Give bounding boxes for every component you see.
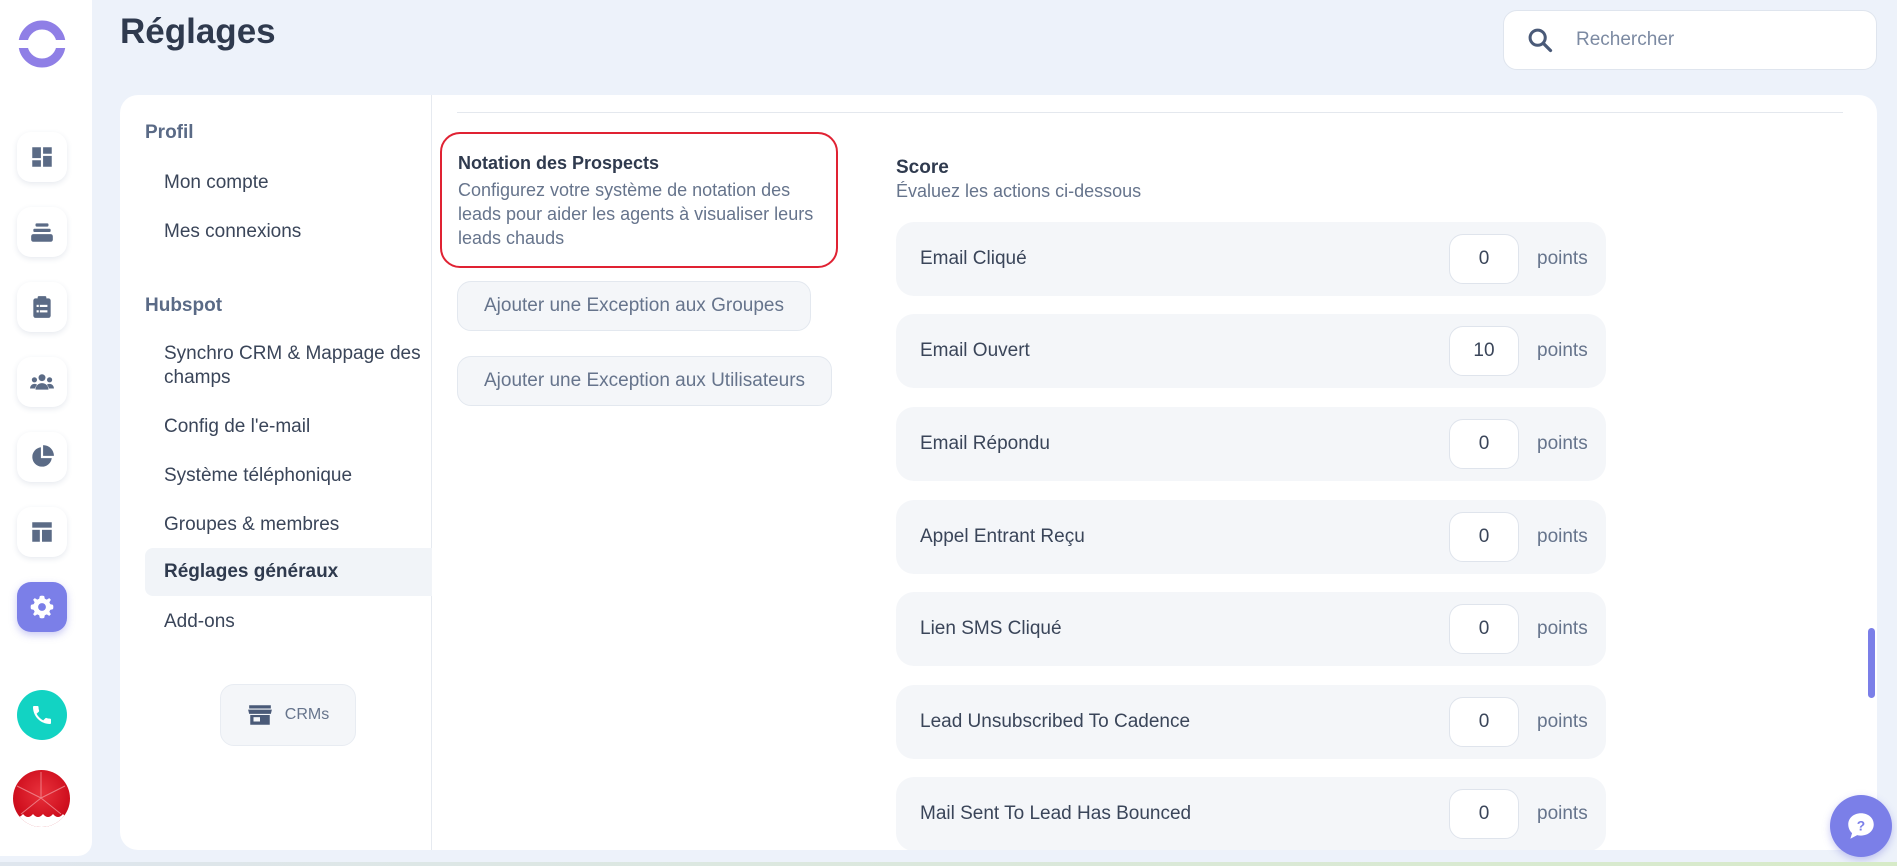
score-unit-label: points (1537, 803, 1588, 824)
score-row-label: Appel Entrant Reçu (920, 526, 1085, 547)
nav-item-reglages-generaux[interactable]: Réglages généraux (145, 548, 432, 596)
nav-item-systeme-telephonique[interactable]: Système téléphonique (145, 464, 432, 488)
score-row: Appel Entrant Reçu points (896, 500, 1606, 574)
crms-button[interactable]: CRMs (220, 684, 356, 746)
dashboard-icon (32, 147, 52, 167)
settings-card: Profil Mon compte Mes connexions Hubspot… (120, 95, 1877, 850)
add-user-exception-button[interactable]: Ajouter une Exception aux Utilisateurs (457, 356, 833, 406)
score-row: Email Ouvert points (896, 314, 1606, 388)
score-row: Lien SMS Cliqué points (896, 592, 1606, 666)
team-icon (30, 374, 54, 390)
tasks-nav-button[interactable] (17, 282, 67, 332)
phone-button[interactable] (17, 690, 67, 740)
score-subtitle: Évaluez les actions ci-dessous (896, 181, 1142, 201)
search-input[interactable] (1576, 29, 1856, 51)
settings-nav: Profil Mon compte Mes connexions Hubspot… (120, 95, 432, 850)
layout-icon (32, 522, 52, 542)
store-icon (247, 705, 272, 725)
score-unit-label: points (1537, 618, 1588, 639)
search-box[interactable] (1503, 10, 1877, 70)
score-title: Score (896, 157, 949, 178)
inbox-stack-icon (31, 223, 53, 242)
nav-item-mes-connexions[interactable]: Mes connexions (145, 220, 432, 244)
notation-title: Notation des Prospects (458, 153, 660, 173)
score-row-label: Mail Sent To Lead Has Bounced (920, 803, 1192, 824)
nav-group-profil: Profil (145, 122, 194, 143)
settings-nav-button[interactable] (17, 582, 67, 632)
score-row-label: Lien SMS Cliqué (920, 618, 1062, 639)
score-row: Email Cliqué points (896, 222, 1606, 296)
score-row-label: Email Répondu (920, 433, 1050, 454)
score-points-input[interactable] (1449, 234, 1519, 284)
phone-icon (33, 706, 51, 724)
nav-item-synchro-crm[interactable]: Synchro CRM & Mappage des champs (145, 342, 432, 390)
notation-description: Configurez votre système de notation des… (458, 180, 814, 248)
search-icon (1528, 28, 1553, 53)
score-row: Email Répondu points (896, 407, 1606, 481)
section-divider (457, 112, 1843, 113)
app-logo-icon[interactable] (18, 18, 66, 70)
score-unit-label: points (1537, 711, 1588, 732)
add-group-exception-button[interactable]: Ajouter une Exception aux Groupes (457, 281, 811, 331)
icon-rail (0, 0, 92, 856)
layout-nav-button[interactable] (17, 507, 67, 557)
score-unit-label: points (1537, 248, 1588, 269)
nav-item-add-ons[interactable]: Add-ons (145, 610, 432, 634)
avatar-umbrella-icon (13, 772, 70, 827)
score-points-input[interactable] (1449, 419, 1519, 469)
nav-item-config-email[interactable]: Config de l'e-mail (145, 415, 432, 439)
score-row-label: Lead Unsubscribed To Cadence (920, 711, 1191, 732)
score-points-input[interactable] (1449, 789, 1519, 839)
score-row-label: Email Ouvert (920, 340, 1030, 361)
nav-item-mon-compte[interactable]: Mon compte (145, 171, 432, 195)
avatar[interactable] (13, 770, 70, 827)
help-chat-button[interactable]: ? (1830, 795, 1892, 857)
team-nav-button[interactable] (17, 357, 67, 407)
svg-text:?: ? (1857, 817, 1865, 833)
chat-help-icon: ? (1848, 813, 1874, 839)
score-points-input[interactable] (1449, 326, 1519, 376)
bottom-strip (0, 862, 1897, 866)
score-row: Mail Sent To Lead Has Bounced points (896, 777, 1606, 850)
nav-item-reglages-generaux-label: Réglages généraux (164, 561, 339, 582)
settings-icon (30, 595, 54, 619)
nav-item-groupes-membres[interactable]: Groupes & membres (145, 513, 432, 537)
nav-group-hubspot: Hubspot (145, 295, 223, 316)
score-row-label: Email Cliqué (920, 248, 1027, 269)
clipboard-icon (33, 296, 51, 318)
scrollbar-thumb[interactable] (1868, 628, 1875, 698)
score-unit-label: points (1537, 433, 1588, 454)
inbox-nav-button[interactable] (17, 207, 67, 257)
score-unit-label: points (1537, 526, 1588, 547)
score-points-input[interactable] (1449, 512, 1519, 562)
notation-section-highlight: Notation des Prospects Configurez votre … (440, 132, 838, 268)
pie-chart-icon (32, 445, 54, 467)
page-title: Réglages (120, 12, 276, 51)
score-points-input[interactable] (1449, 604, 1519, 654)
crms-button-label: CRMs (284, 706, 330, 723)
score-row: Lead Unsubscribed To Cadence points (896, 685, 1606, 759)
dashboard-nav-button[interactable] (17, 132, 67, 182)
score-points-input[interactable] (1449, 697, 1519, 747)
reports-nav-button[interactable] (17, 432, 67, 482)
score-unit-label: points (1537, 340, 1588, 361)
